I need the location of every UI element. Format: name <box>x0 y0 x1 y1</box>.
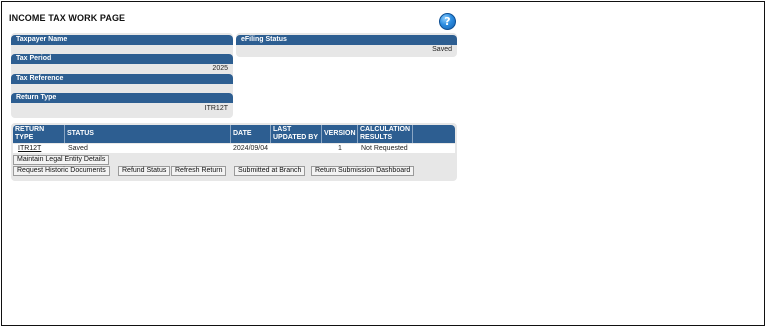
return-submission-dashboard-button[interactable]: Return Submission Dashboard <box>311 166 415 176</box>
returns-table: RETURN TYPE STATUS DATE LAST UPDATED BY … <box>11 123 457 181</box>
col-date: DATE <box>231 125 271 143</box>
taxpayer-name-header: Taxpayer Name <box>11 35 233 45</box>
refund-status-button[interactable]: Refund Status <box>118 166 171 176</box>
submitted-at-branch-button[interactable]: Submitted at Branch <box>234 166 306 176</box>
col-actions <box>413 125 451 143</box>
tax-reference-header: Tax Reference <box>11 74 233 84</box>
tax-period-header: Tax Period <box>11 54 233 64</box>
efiling-status-value: Saved <box>432 46 452 53</box>
col-status: STATUS <box>65 125 231 143</box>
help-icon[interactable]: ? <box>439 13 456 30</box>
row-status: Saved <box>68 145 88 152</box>
efiling-status-panel: eFiling Status Saved <box>236 33 457 57</box>
col-version: VERSION <box>322 125 358 143</box>
col-calculation-results: CALCULATION RESULTS <box>358 125 413 143</box>
efiling-status-header: eFiling Status <box>236 35 457 45</box>
return-type-link[interactable]: ITR12T <box>18 144 41 153</box>
request-historic-documents-button[interactable]: Request Historic Documents <box>13 166 110 176</box>
col-last-updated-by: LAST UPDATED BY <box>271 125 322 143</box>
taxpayer-panel: Taxpayer Name Tax Period 2025 Tax Refere… <box>11 33 233 118</box>
page-title: INCOME TAX WORK PAGE <box>9 13 126 23</box>
returns-table-header: RETURN TYPE STATUS DATE LAST UPDATED BY … <box>13 125 455 143</box>
return-type-value: ITR12T <box>204 105 228 112</box>
row-date: 2024/09/04 <box>233 145 269 152</box>
maintain-legal-entity-button[interactable]: Maintain Legal Entity Details <box>13 155 110 165</box>
refresh-return-button[interactable]: Refresh Return <box>171 166 227 176</box>
row-calculation-results: Not Requested <box>361 145 408 152</box>
row-version: 1 <box>338 145 342 152</box>
col-return-type: RETURN TYPE <box>13 125 65 143</box>
return-type-header: Return Type <box>11 93 233 103</box>
page-frame: INCOME TAX WORK PAGE ? Taxpayer Name Tax… <box>1 1 765 326</box>
table-row: ITR12T Saved 2024/09/04 1 Not Requested <box>13 144 455 153</box>
tax-period-value: 2025 <box>212 65 228 72</box>
